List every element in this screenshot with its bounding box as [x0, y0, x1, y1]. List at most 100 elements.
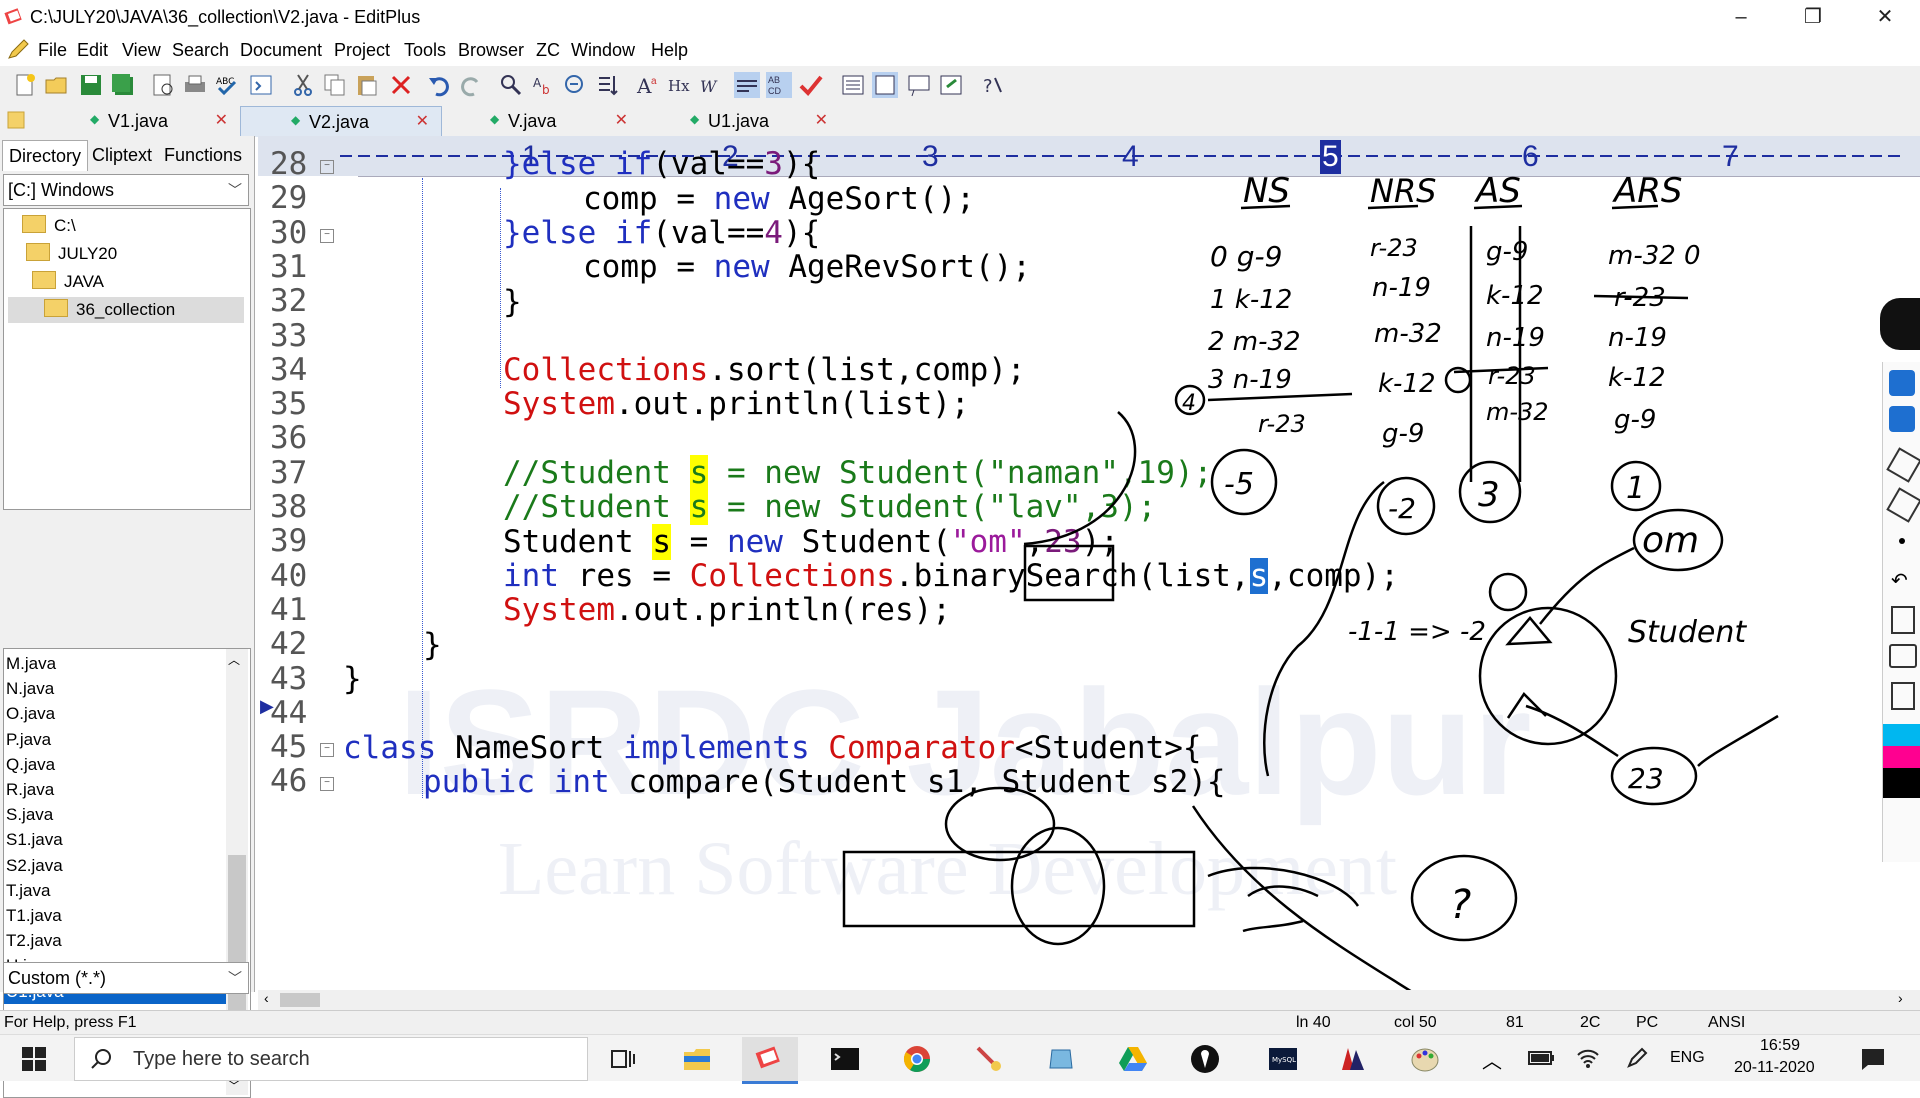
scrollbar-thumb[interactable] [280, 993, 320, 1007]
language-indicator[interactable]: ENG [1670, 1049, 1705, 1067]
menu-search[interactable]: Search [172, 40, 229, 61]
maximize-button[interactable]: ❐ [1784, 0, 1842, 34]
pen-app-icon[interactable] [1190, 1044, 1220, 1074]
menu-window[interactable]: Window [571, 40, 635, 61]
mysql-icon[interactable]: MySQL [1268, 1044, 1298, 1074]
pen-tray-icon[interactable] [1626, 1047, 1648, 1069]
clock-time[interactable]: 16:59 [1760, 1037, 1800, 1055]
color-swatch-black[interactable] [1883, 768, 1920, 798]
wifi-icon[interactable] [1576, 1047, 1600, 1069]
file-item[interactable]: Q.java [4, 752, 226, 777]
output-window-icon[interactable] [906, 72, 932, 98]
tab-v1-java[interactable]: ◆ V1.java ✕ [40, 106, 240, 136]
file-item[interactable]: O.java [4, 701, 226, 726]
folder-item-36-collection[interactable]: 36_collection [8, 297, 244, 323]
tab-functions[interactable]: Functions [158, 140, 248, 170]
highlighter-icon[interactable] [1886, 487, 1920, 523]
ruler-icon[interactable] [734, 72, 760, 98]
menu-zc[interactable]: ZC [536, 40, 560, 61]
file-item[interactable]: S1.java [4, 827, 226, 852]
chrome-icon[interactable] [902, 1044, 932, 1074]
help-icon[interactable]: ? [980, 72, 1006, 98]
menu-tools[interactable]: Tools [404, 40, 446, 61]
folder-item-java[interactable]: JAVA [32, 269, 242, 295]
file-filter-select[interactable]: Custom (*.*) ﹀ [3, 962, 249, 994]
undo-icon[interactable]: ↶ [1891, 568, 1908, 593]
file-item[interactable]: M.java [4, 651, 226, 676]
file-item[interactable]: T2.java [4, 928, 226, 953]
replace-icon[interactable]: Ab [530, 72, 556, 98]
tray-chevron-up-icon[interactable]: ︿ [1482, 1045, 1502, 1074]
tab-close-icon[interactable]: ✕ [615, 110, 628, 130]
font-icon[interactable]: Aa [636, 72, 662, 98]
spellcheck-icon[interactable]: ABC [214, 72, 240, 98]
minimize-button[interactable]: – [1712, 0, 1770, 34]
save-all-icon[interactable] [110, 72, 136, 98]
tab-close-icon[interactable]: ✕ [416, 111, 429, 131]
tab-close-icon[interactable]: ✕ [215, 110, 228, 130]
notification-icon[interactable] [1860, 1047, 1886, 1071]
open-icon[interactable] [44, 72, 70, 98]
undo-icon[interactable] [426, 72, 452, 98]
color-swatch-cyan[interactable] [1883, 724, 1920, 746]
notes-icon[interactable] [1891, 682, 1915, 710]
run-icon[interactable] [938, 72, 964, 98]
task-view-icon[interactable] [608, 1044, 638, 1074]
close-button[interactable]: ✕ [1856, 0, 1914, 34]
menu-project[interactable]: Project [334, 40, 390, 61]
file-explorer-icon[interactable] [682, 1044, 712, 1074]
scroll-up-icon[interactable]: ︿ [228, 651, 240, 668]
file-item[interactable]: T.java [4, 878, 226, 903]
scroll-left-icon[interactable]: ‹ [264, 990, 269, 1006]
tab-v-java[interactable]: ◆ V.java ✕ [440, 106, 640, 136]
battery-icon[interactable] [1528, 1049, 1556, 1067]
print-icon[interactable] [182, 72, 208, 98]
trash-icon[interactable] [1891, 606, 1915, 634]
taskbar-search-box[interactable]: Type here to search [74, 1037, 588, 1081]
tab-close-icon[interactable]: ✕ [815, 110, 828, 130]
find-icon[interactable] [498, 72, 524, 98]
menu-view[interactable]: View [122, 40, 161, 61]
print-preview-icon[interactable] [150, 72, 176, 98]
eye-icon[interactable] [1889, 370, 1915, 396]
pen-tool-icon[interactable] [1880, 298, 1920, 350]
colorful-app-icon[interactable] [1338, 1044, 1368, 1074]
tab-directory[interactable]: Directory [2, 140, 89, 171]
folder-item-root[interactable]: C:\ [22, 213, 242, 239]
color-swatch-magenta[interactable] [1883, 746, 1920, 768]
editor-horizontal-scrollbar[interactable]: ‹ › [258, 990, 1920, 1010]
eraser-icon[interactable] [1886, 447, 1920, 483]
line-number-icon[interactable]: ABCD [766, 72, 792, 98]
drive-select[interactable]: [C:] Windows ﹀ [3, 174, 249, 206]
code-editor[interactable]: 1 2 3 4 5 6 7 ISRDC Jabalpur Learn Softw… [258, 136, 1920, 992]
google-drive-icon[interactable] [1118, 1044, 1148, 1074]
check-icon[interactable] [798, 72, 824, 98]
cut-icon[interactable] [290, 72, 316, 98]
file-item[interactable]: S.java [4, 802, 226, 827]
file-item[interactable]: T1.java [4, 903, 226, 928]
tab-u1-java[interactable]: ◆ U1.java ✕ [640, 106, 840, 136]
paint-palette-icon[interactable] [1410, 1044, 1440, 1074]
cliptext-icon[interactable] [872, 72, 898, 98]
menu-file[interactable]: File [38, 40, 67, 61]
file-item[interactable]: S2.java [4, 853, 226, 878]
hex-icon[interactable]: Hx [668, 72, 694, 98]
windows-start-icon[interactable] [22, 1047, 46, 1071]
tab-cliptext[interactable]: Cliptext [86, 140, 158, 170]
camera-icon[interactable] [1889, 644, 1917, 668]
find-in-files-icon[interactable] [562, 72, 588, 98]
menu-edit[interactable]: Edit [77, 40, 108, 61]
file-item[interactable]: P.java [4, 727, 226, 752]
delete-icon[interactable] [388, 72, 414, 98]
window-list-icon[interactable] [840, 72, 866, 98]
file-item[interactable]: N.java [4, 676, 226, 701]
menu-document[interactable]: Document [240, 40, 322, 61]
file-item[interactable]: R.java [4, 777, 226, 802]
new-file-icon[interactable] [12, 72, 38, 98]
paint-brush-app-icon[interactable] [974, 1044, 1004, 1074]
save-icon[interactable] [78, 72, 104, 98]
scroll-right-icon[interactable]: › [1898, 990, 1903, 1006]
folder-item-july20[interactable]: JULY20 [26, 241, 242, 267]
word-wrap-icon[interactable]: W [700, 72, 726, 98]
command-prompt-icon[interactable] [830, 1044, 860, 1074]
